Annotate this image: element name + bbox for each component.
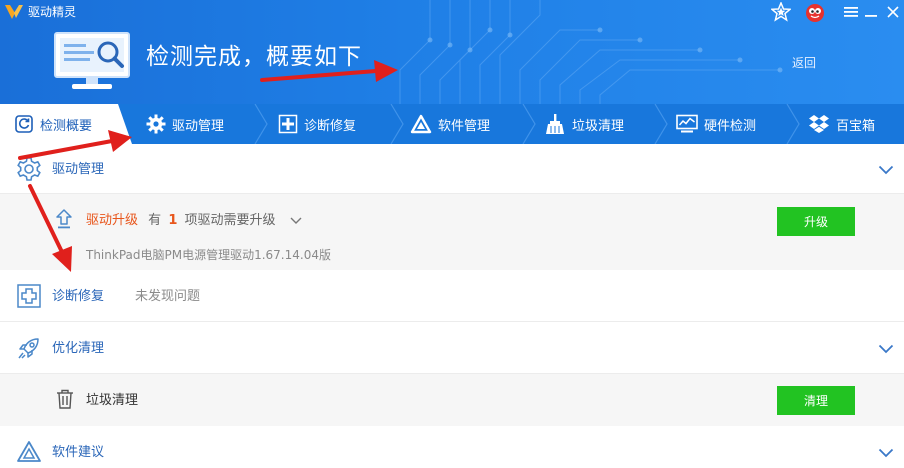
favorite-star-button[interactable]	[770, 2, 792, 22]
gear-outline-icon	[17, 157, 41, 181]
tab-diagnose-repair[interactable]: 诊断修复	[278, 104, 356, 144]
tab-separator	[390, 104, 404, 144]
clean-button[interactable]: 清理	[777, 386, 855, 415]
driver-upgrade-label: 驱动升级	[86, 213, 139, 228]
star-badge-icon	[771, 2, 791, 22]
tab-software-management[interactable]: 软件管理	[410, 104, 490, 144]
driver-name: ThinkPad电脑PM电源管理驱动1.67.14.04版	[86, 248, 331, 262]
minimize-button[interactable]	[860, 2, 882, 22]
expand-chevron-icon[interactable]	[290, 217, 302, 225]
refresh-icon	[15, 115, 33, 133]
section-header-software[interactable]: 软件建议	[0, 426, 904, 468]
back-link[interactable]: 返回	[792, 55, 816, 71]
upgrade-count: 1	[168, 213, 178, 228]
tab-label: 检测概要	[40, 118, 93, 134]
close-icon	[887, 6, 899, 18]
tab-label: 垃圾清理	[572, 118, 625, 134]
red-mascot-icon	[806, 4, 824, 22]
monitor-chart-icon	[676, 114, 698, 133]
tab-overview[interactable]: 检测概要	[14, 104, 92, 144]
hamburger-icon	[844, 7, 858, 17]
upgrade-button[interactable]: 升级	[777, 207, 855, 236]
upgrade-suffix: 项驱动需要升级	[184, 213, 276, 228]
tab-label: 诊断修复	[304, 118, 357, 134]
tab-toolbox[interactable]: 百宝箱	[808, 104, 875, 144]
section-title: 优化清理	[52, 341, 105, 356]
app-title: 驱动精灵	[28, 5, 77, 19]
tab-hardware-check[interactable]: 硬件检测	[676, 104, 756, 144]
section-title: 诊断修复	[52, 289, 105, 304]
medical-cross-icon	[278, 114, 298, 134]
medical-cross-outline-icon	[17, 284, 41, 308]
section-title: 驱动管理	[52, 162, 105, 177]
diagnose-status: 未发现问题	[135, 289, 201, 304]
close-button[interactable]	[882, 2, 904, 22]
tab-separator	[522, 104, 536, 144]
driver-upgrade-panel: 驱动升级 有 1 项驱动需要升级 ThinkPad电脑PM电源管理驱动1.67.…	[0, 194, 904, 270]
tab-label: 驱动管理	[172, 118, 225, 134]
triangle-logo-outline-icon	[17, 441, 41, 462]
tab-label: 软件管理	[438, 118, 491, 134]
broom-icon	[546, 114, 564, 134]
menu-button[interactable]	[840, 2, 862, 22]
tab-separator	[786, 104, 800, 144]
junk-clean-panel: 垃圾清理 清理	[0, 374, 904, 426]
junk-clean-label: 垃圾清理	[86, 393, 139, 408]
tab-label: 百宝箱	[836, 118, 876, 134]
section-title: 软件建议	[52, 445, 105, 460]
dropbox-icon	[809, 115, 829, 133]
monitor-scan-icon	[54, 32, 130, 89]
hero-title: 检测完成，概要如下	[146, 44, 362, 70]
chevron-down-icon[interactable]	[878, 165, 894, 175]
rocket-icon	[18, 338, 39, 359]
upgrade-prefix: 有	[148, 213, 162, 228]
tab-separator	[654, 104, 668, 144]
section-header-diagnose[interactable]: 诊断修复 未发现问题	[0, 270, 904, 322]
section-header-driver[interactable]: 驱动管理	[0, 144, 904, 194]
tab-junk-clean[interactable]: 垃圾清理	[544, 104, 624, 144]
title-bar[interactable]: 驱动精灵	[0, 0, 904, 24]
mascot-button[interactable]	[804, 2, 826, 22]
minimize-icon	[865, 15, 877, 17]
gear-icon	[146, 114, 166, 134]
app-logo-icon	[5, 5, 23, 19]
tab-label: 硬件检测	[704, 118, 757, 134]
tab-driver-management[interactable]: 驱动管理	[146, 104, 224, 144]
driver-upgrade-line: 驱动升级 有 1 项驱动需要升级	[86, 212, 276, 230]
chevron-down-icon[interactable]	[878, 344, 894, 354]
section-header-optimize[interactable]: 优化清理	[0, 322, 904, 374]
upgrade-arrow-icon	[56, 209, 72, 229]
chevron-down-icon[interactable]	[878, 448, 894, 458]
header-banner: 驱动精灵 检测完成，概要如下 返回	[0, 0, 904, 104]
trash-bin-icon	[57, 389, 73, 409]
tab-separator	[254, 104, 268, 144]
triangle-logo-icon	[410, 114, 432, 134]
